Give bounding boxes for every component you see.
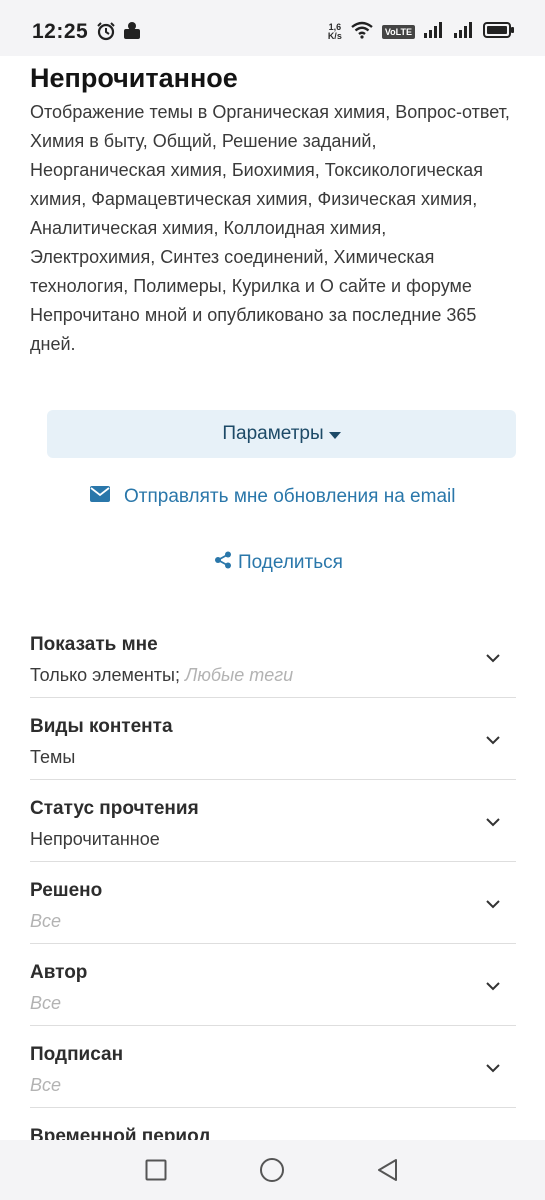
- filter-value-hint: Все: [30, 1075, 62, 1095]
- home-button[interactable]: [259, 1158, 285, 1188]
- status-bar: 12:25 1,6 K/s VoLTE: [0, 0, 545, 56]
- back-button[interactable]: [376, 1159, 398, 1187]
- chevron-down-icon: [486, 814, 500, 832]
- net-speed-unit: K/s: [327, 31, 342, 41]
- battery-icon: [483, 21, 515, 44]
- filter-value-hint: Все: [30, 993, 62, 1013]
- caret-down-icon: [328, 431, 341, 439]
- main-content: Непрочитанное Отображение темы в Органич…: [0, 56, 545, 1140]
- filter-label: Решено: [30, 880, 103, 901]
- chevron-down-icon: [486, 1060, 500, 1078]
- chevron-down-icon: [486, 732, 500, 750]
- filter-label: Показать мне: [30, 634, 158, 655]
- filter-value-text: Только элементы;: [30, 665, 180, 685]
- system-nav-bar: [0, 1140, 545, 1200]
- page-description: Отображение темы в Органическая химия, В…: [30, 102, 510, 354]
- net-speed: 1,6 K/s: [328, 23, 342, 41]
- status-time: 12:25: [32, 20, 89, 43]
- filter-solved[interactable]: Решено Все: [30, 862, 516, 944]
- share-link[interactable]: Поделиться: [214, 551, 343, 575]
- filter-label: Автор: [30, 962, 88, 983]
- filter-label: Подписан: [30, 1044, 124, 1065]
- filter-label: Виды контента: [30, 716, 173, 737]
- filter-value: Непрочитанное: [30, 829, 160, 849]
- filter-value: Темы: [30, 747, 76, 767]
- recent-apps-button[interactable]: [145, 1159, 167, 1186]
- filter-label: Временной период: [30, 1126, 211, 1140]
- filter-value: Все: [30, 1075, 61, 1096]
- filter-time-period[interactable]: Временной период: [30, 1108, 516, 1140]
- filter-read-status[interactable]: Статус прочтения Непрочитанное: [30, 780, 516, 862]
- chevron-down-icon: [486, 650, 500, 668]
- parameters-button[interactable]: Параметры: [47, 410, 516, 458]
- filter-subscribed[interactable]: Подписан Все: [30, 1026, 516, 1108]
- chevron-down-icon: [486, 978, 500, 996]
- alarm-icon: [96, 21, 116, 46]
- app-notification-icon: [122, 20, 142, 45]
- signal-icon-2: [453, 21, 475, 44]
- share-label: Поделиться: [238, 552, 343, 573]
- page-title: Непрочитанное: [30, 63, 238, 93]
- envelope-icon: [90, 486, 110, 508]
- filter-value-hint: Любые теги: [185, 665, 294, 685]
- share-icon: [214, 551, 232, 575]
- filter-label: Статус прочтения: [30, 798, 199, 819]
- parameters-label: Параметры: [222, 423, 324, 444]
- signal-icon: [423, 21, 445, 44]
- filter-value: Только элементы; Любые теги: [30, 665, 293, 686]
- email-updates-label: Отправлять мне обновления на email: [124, 486, 456, 507]
- filter-content-types[interactable]: Виды контента Темы: [30, 698, 516, 780]
- status-icons: 1,6 K/s VoLTE: [328, 18, 515, 46]
- filter-value-hint: Все: [30, 911, 62, 931]
- filter-value: Все: [30, 911, 61, 932]
- chevron-down-icon: [486, 896, 500, 914]
- filter-value: Все: [30, 993, 61, 1014]
- filter-author[interactable]: Автор Все: [30, 944, 516, 1026]
- filter-show-me[interactable]: Показать мне Только элементы; Любые теги: [30, 616, 516, 698]
- wifi-icon: [350, 21, 374, 44]
- volte-icon: VoLTE: [381, 25, 415, 39]
- email-updates-link[interactable]: Отправлять мне обновления на email: [90, 486, 455, 508]
